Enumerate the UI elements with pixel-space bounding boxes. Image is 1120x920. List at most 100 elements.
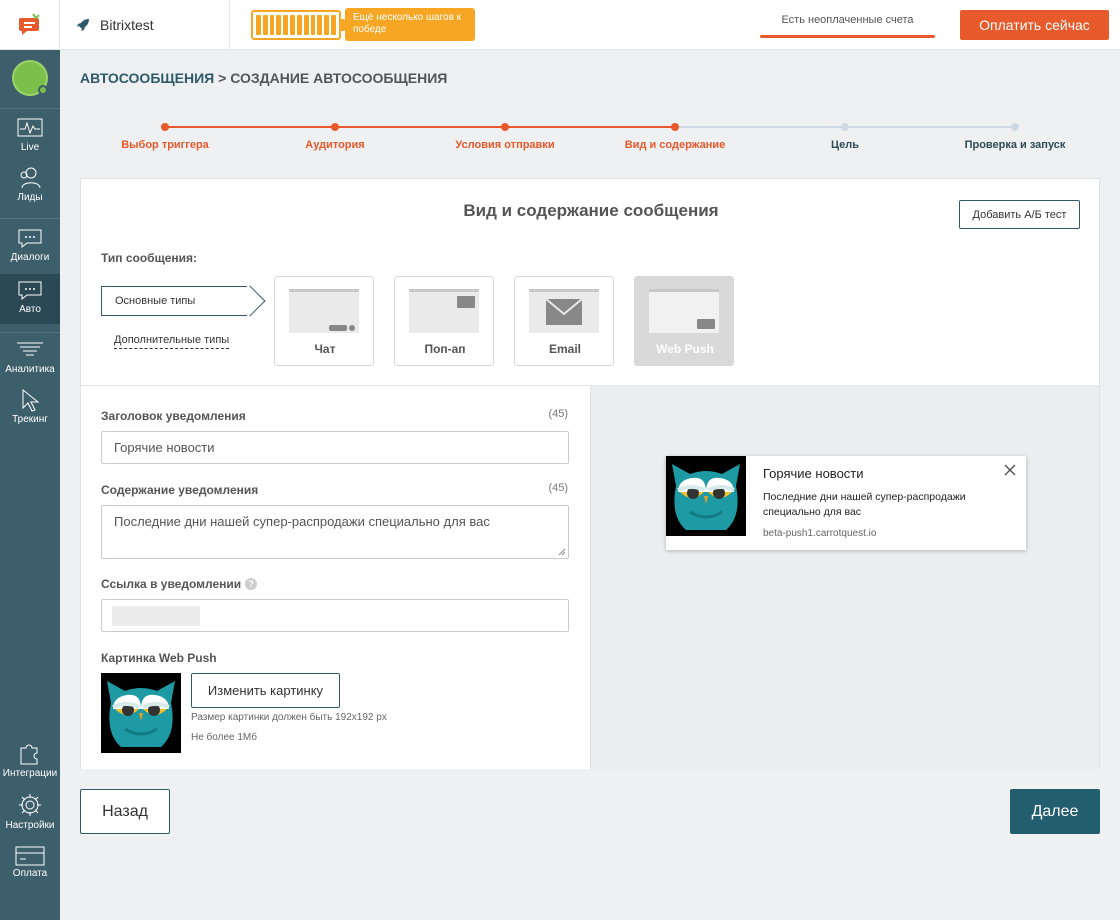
email-envelope-icon bbox=[529, 289, 599, 333]
link-input-value-placeholder bbox=[112, 606, 200, 626]
top-bar: Bitrixtest Ещё несколько шагов к победе … bbox=[0, 0, 1120, 50]
webpush-image-thumbnail bbox=[101, 673, 181, 753]
sidebar-item-label: Оплата bbox=[12, 868, 48, 879]
notification-body-textarea[interactable]: Последние дни нашей супер-распродажи спе… bbox=[101, 505, 569, 559]
message-type-popup[interactable]: Поп-ап bbox=[394, 276, 494, 366]
push-preview-domain: beta-push1.carrotquest.io bbox=[763, 528, 877, 539]
online-status-dot bbox=[38, 85, 48, 95]
sidebar-item-label: Авто bbox=[19, 304, 41, 315]
help-icon[interactable]: ? bbox=[245, 578, 258, 590]
funnel-icon bbox=[17, 342, 43, 356]
sidebar: Live Лиды Диалоги Авто Аналитика Трекинг… bbox=[0, 50, 60, 920]
users-icon bbox=[20, 167, 41, 189]
step-content[interactable]: Вид и содержание bbox=[590, 139, 760, 151]
webpush-preview-pane: Горячие новости Последние дни нашей супе… bbox=[591, 386, 1099, 769]
step-dot bbox=[1011, 123, 1019, 131]
image-size-hint: Размер картинки должен быть 192x192 px bbox=[191, 712, 387, 723]
next-button[interactable]: Далее bbox=[1010, 789, 1100, 834]
project-selector[interactable]: Bitrixtest bbox=[60, 0, 230, 50]
message-type-chat[interactable]: Чат bbox=[274, 276, 374, 366]
sidebar-item-label: Диалоги bbox=[10, 252, 50, 263]
change-image-button[interactable]: Изменить картинку bbox=[191, 673, 340, 708]
sidebar-item-billing[interactable]: Оплата bbox=[0, 846, 60, 886]
message-type-webpush[interactable]: Web Push bbox=[634, 276, 734, 366]
cursor-icon bbox=[22, 388, 40, 412]
wizard-stepper: Выбор триггера Аудитория Условия отправк… bbox=[80, 118, 1100, 158]
unpaid-invoices-text[interactable]: Есть неоплаченные счета bbox=[760, 14, 935, 26]
body-field-label: Содержание уведомления bbox=[101, 483, 259, 497]
extra-types-tab[interactable]: Дополнительные типы bbox=[114, 334, 230, 349]
step-trigger[interactable]: Выбор триггера bbox=[80, 139, 250, 151]
owl-image bbox=[101, 673, 181, 753]
sidebar-item-label: Трекинг bbox=[12, 414, 48, 425]
title-char-counter: (45) bbox=[548, 408, 568, 420]
push-preview-image bbox=[666, 456, 746, 536]
step-dot bbox=[331, 123, 339, 131]
webpush-preview-icon bbox=[649, 289, 719, 333]
step-conditions[interactable]: Условия отправки bbox=[420, 139, 590, 151]
gear-icon bbox=[19, 794, 41, 816]
push-preview-body: Последние дни нашей супер-распродажи спе… bbox=[763, 491, 966, 518]
sidebar-item-label: Аналитика bbox=[5, 364, 55, 375]
resize-handle-icon[interactable] bbox=[558, 548, 566, 556]
breadcrumb-root-link[interactable]: АВТОСООБЩЕНИЯ bbox=[80, 70, 214, 86]
step-review[interactable]: Проверка и запуск bbox=[930, 139, 1100, 151]
push-notification-preview: Горячие новости Последние дни нашей супе… bbox=[666, 456, 1026, 550]
title-field-label: Заголовок уведомления bbox=[101, 409, 246, 423]
chat-preview-icon bbox=[289, 289, 359, 333]
sidebar-item-tracking[interactable]: Трекинг bbox=[0, 388, 60, 432]
link-field-label: Ссылка в уведомлении? bbox=[101, 577, 258, 591]
sidebar-divider bbox=[0, 332, 60, 333]
step-audience[interactable]: Аудитория bbox=[250, 139, 420, 151]
step-dot bbox=[841, 123, 849, 131]
onboarding-steps-badge[interactable]: Ещё несколько шагов к победе bbox=[345, 8, 475, 41]
project-name: Bitrixtest bbox=[100, 17, 154, 33]
sidebar-item-leads[interactable]: Лиды bbox=[0, 166, 60, 210]
step-goal[interactable]: Цель bbox=[760, 139, 930, 151]
message-type-name: Поп-ап bbox=[424, 342, 466, 356]
owl-image bbox=[666, 456, 746, 536]
sidebar-item-integrations[interactable]: Интеграции bbox=[0, 740, 60, 786]
message-type-email[interactable]: Email bbox=[514, 276, 614, 366]
sidebar-item-settings[interactable]: Настройки bbox=[0, 792, 60, 836]
back-button[interactable]: Назад bbox=[80, 789, 170, 834]
webpush-form: Заголовок уведомления (45) Горячие новос… bbox=[81, 386, 591, 769]
notification-body-text: Последние дни нашей супер-распродажи спе… bbox=[114, 514, 490, 529]
auto-message-icon bbox=[18, 281, 42, 301]
step-dot bbox=[671, 123, 679, 131]
sidebar-item-auto[interactable]: Авто bbox=[0, 274, 60, 324]
carrot-logo[interactable] bbox=[0, 0, 60, 50]
message-type-name: Email bbox=[548, 342, 581, 356]
breadcrumb: АВТОСООБЩЕНИЯ > СОЗДАНИЕ АВТОСООБЩЕНИЯ bbox=[80, 70, 447, 86]
rocket-icon bbox=[77, 19, 89, 31]
add-ab-test-button[interactable]: Добавить А/Б тест bbox=[959, 200, 1080, 229]
unpaid-indicator-bar bbox=[760, 35, 935, 38]
card-icon bbox=[15, 846, 45, 866]
notification-link-input[interactable] bbox=[101, 599, 569, 632]
basic-types-tab[interactable]: Основные типы bbox=[101, 286, 247, 316]
notification-title-input[interactable]: Горячие новости bbox=[101, 431, 569, 464]
sidebar-divider bbox=[0, 108, 60, 109]
step-dot bbox=[161, 123, 169, 131]
sidebar-item-dialogs[interactable]: Диалоги bbox=[0, 228, 60, 272]
image-field-label: Картинка Web Push bbox=[101, 651, 217, 665]
body-char-counter: (45) bbox=[548, 482, 568, 494]
breadcrumb-current: СОЗДАНИЕ АВТОСООБЩЕНИЯ bbox=[230, 70, 448, 86]
link-field-label-text: Ссылка в уведомлении bbox=[101, 577, 242, 591]
message-type-label: Тип сообщения: bbox=[101, 251, 197, 265]
sidebar-item-live[interactable]: Live bbox=[0, 118, 60, 162]
carrot-logo-icon bbox=[18, 13, 40, 35]
message-content-card: Вид и содержание сообщения Добавить А/Б … bbox=[80, 178, 1101, 769]
sidebar-item-label: Лиды bbox=[17, 192, 43, 203]
card-title: Вид и содержание сообщения bbox=[463, 201, 719, 220]
stepper-progress-line bbox=[165, 126, 675, 128]
sidebar-item-analytics[interactable]: Аналитика bbox=[0, 340, 60, 384]
close-icon[interactable] bbox=[1002, 462, 1018, 478]
progress-battery[interactable] bbox=[251, 10, 341, 40]
sidebar-item-label: Live bbox=[20, 142, 40, 153]
pulse-icon bbox=[17, 118, 43, 137]
message-type-name: Чат bbox=[314, 342, 336, 356]
sidebar-item-label: Интеграции bbox=[2, 768, 58, 779]
pay-now-button[interactable]: Оплатить сейчас bbox=[960, 10, 1109, 40]
sidebar-item-label: Настройки bbox=[5, 820, 55, 831]
